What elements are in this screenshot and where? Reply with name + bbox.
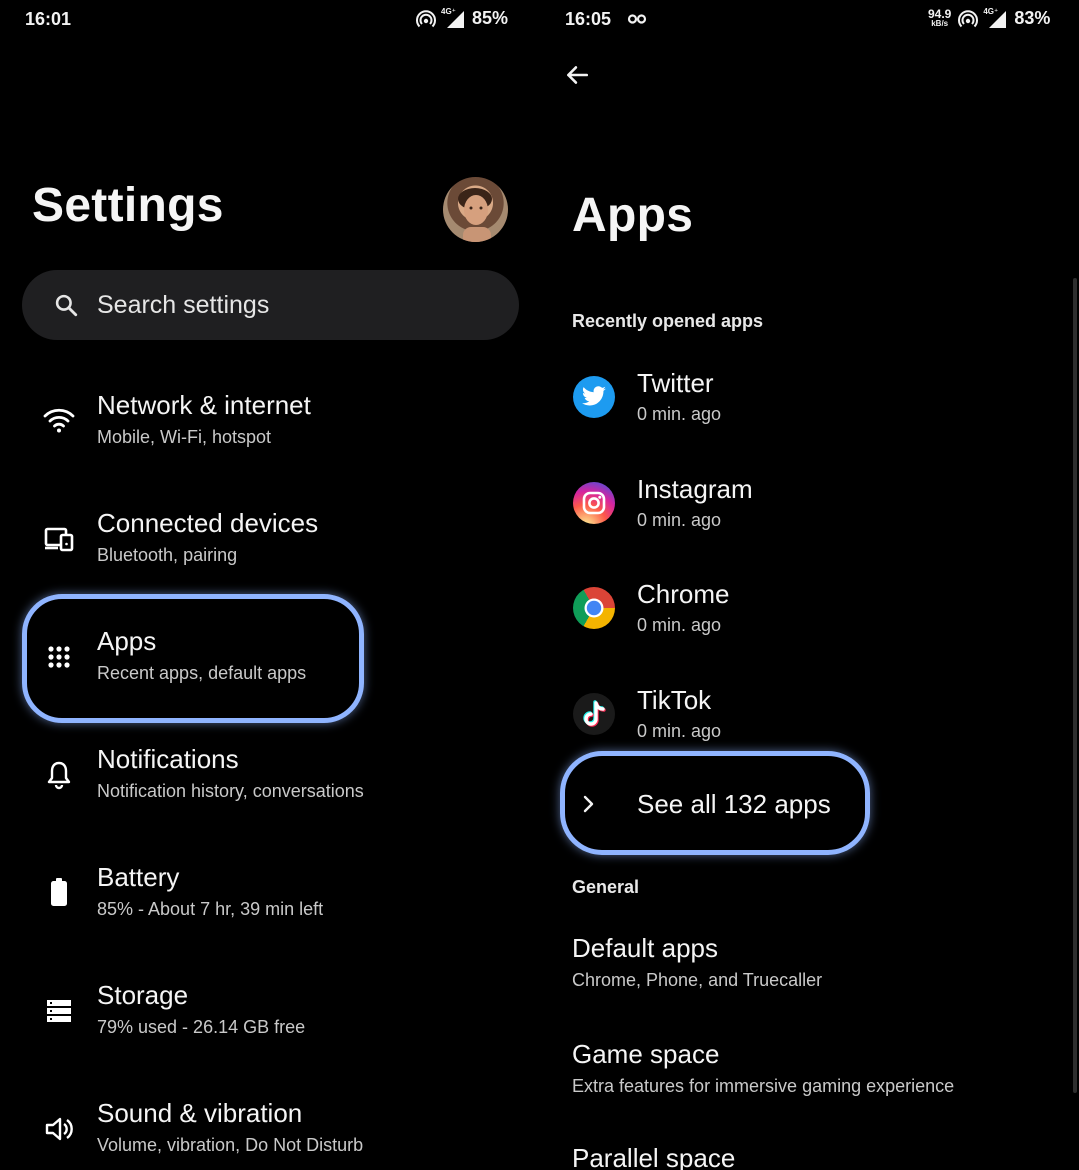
settings-item-title: Battery [97, 862, 180, 892]
signal-icon: 4G⁺ [983, 7, 1007, 29]
settings-item-title: Storage [97, 980, 189, 1010]
settings-item-subtitle: 85% - About 7 hr, 39 min left [97, 899, 324, 919]
data-saver-icon [627, 14, 647, 24]
general-item-title: Default apps [572, 933, 718, 963]
page-title: Apps [572, 189, 694, 242]
app-name: Instagram [637, 474, 753, 504]
apps-screen: 16:05 94.9 kB/s 4G⁺ 83% Apps Recently op… [540, 0, 1079, 1170]
settings-item-subtitle: Mobile, Wi-Fi, hotspot [97, 427, 272, 447]
settings-item-battery[interactable]: Battery 85% - About 7 hr, 39 min left [0, 846, 540, 956]
settings-item-storage[interactable]: Storage 79% used - 26.14 GB free [0, 964, 540, 1074]
settings-item-subtitle: Volume, vibration, Do Not Disturb [97, 1135, 364, 1155]
status-icons: 4G⁺ 85% [416, 7, 509, 29]
settings-item-title: Connected devices [97, 508, 319, 538]
settings-item-title: Network & internet [97, 390, 311, 420]
back-arrow-icon[interactable] [564, 62, 590, 88]
general-item-title: Parallel space [572, 1143, 736, 1170]
app-last-opened: 0 min. ago [637, 404, 722, 424]
settings-screen: 16:01 4G⁺ 85% Settings Search settings N… [0, 0, 540, 1170]
app-name: Chrome [637, 579, 730, 609]
section-header-general: General [572, 877, 640, 897]
scrollbar[interactable] [1073, 278, 1077, 1093]
settings-item-subtitle: Recent apps, default apps [97, 663, 307, 683]
network-speed: 94.9 kB/s [928, 7, 952, 28]
general-item-subtitle: Chrome, Phone, and Truecaller [572, 970, 823, 990]
avatar[interactable] [443, 177, 508, 242]
page-title: Settings [32, 179, 224, 232]
general-item-title: Game space [572, 1039, 720, 1069]
settings-item-subtitle: Bluetooth, pairing [97, 545, 238, 565]
settings-item-sound[interactable]: Sound & vibration Volume, vibration, Do … [0, 1082, 540, 1170]
app-last-opened: 0 min. ago [637, 721, 722, 741]
app-row-chrome[interactable]: Chrome 0 min. ago [540, 571, 1079, 671]
devices-icon [42, 522, 76, 556]
app-row-twitter[interactable]: Twitter 0 min. ago [540, 360, 1079, 460]
speaker-icon [42, 1112, 76, 1146]
section-header-recent: Recently opened apps [572, 311, 764, 331]
apps-grid-icon [42, 640, 76, 674]
general-item-parallel-space[interactable]: Parallel space [540, 1140, 1060, 1170]
app-last-opened: 0 min. ago [637, 615, 722, 635]
battery-level: 83% [1014, 8, 1051, 28]
storage-icon [42, 994, 76, 1028]
app-last-opened: 0 min. ago [637, 510, 722, 530]
settings-item-subtitle: 79% used - 26.14 GB free [97, 1017, 306, 1037]
profile-photo-icon [458, 188, 492, 242]
chevron-right-icon [583, 795, 594, 813]
settings-item-connected-devices[interactable]: Connected devices Bluetooth, pairing [0, 492, 540, 602]
settings-item-network[interactable]: Network & internet Mobile, Wi-Fi, hotspo… [0, 374, 540, 484]
settings-item-notifications[interactable]: Notifications Notification history, conv… [0, 728, 540, 838]
battery-level: 85% [472, 8, 509, 28]
status-time: 16:05 [565, 9, 612, 29]
wifi-icon [42, 403, 76, 437]
hotspot-icon [416, 9, 436, 27]
signal-icon: 4G⁺ [441, 7, 465, 29]
general-item-game-space[interactable]: Game space Extra features for immersive … [540, 1036, 1060, 1116]
bell-icon [42, 758, 76, 792]
instagram-icon [573, 482, 615, 524]
app-name: Twitter [637, 368, 714, 398]
app-row-instagram[interactable]: Instagram 0 min. ago [540, 466, 1079, 566]
status-icons: 94.9 kB/s 4G⁺ 83% [928, 7, 1051, 29]
chrome-icon [573, 587, 615, 629]
search-bar[interactable]: Search settings [22, 270, 519, 340]
general-item-default-apps[interactable]: Default apps Chrome, Phone, and Truecall… [540, 930, 1060, 1010]
twitter-icon [573, 376, 615, 418]
see-all-apps-button[interactable]: See all 132 apps [560, 760, 870, 850]
settings-item-apps[interactable]: Apps Recent apps, default apps [0, 610, 540, 720]
search-input[interactable]: Search settings [97, 291, 269, 320]
general-item-subtitle: Extra features for immersive gaming expe… [572, 1076, 955, 1096]
search-icon [55, 294, 78, 317]
settings-item-title: Sound & vibration [97, 1098, 303, 1128]
tiktok-icon [573, 693, 615, 735]
settings-item-subtitle: Notification history, conversations [97, 781, 364, 801]
status-time: 16:01 [25, 9, 72, 29]
hotspot-icon [958, 9, 979, 27]
settings-item-title: Apps [97, 626, 157, 656]
battery-icon [42, 875, 76, 909]
see-all-apps-label: See all 132 apps [637, 789, 831, 819]
settings-item-title: Notifications [97, 744, 239, 774]
app-name: TikTok [637, 685, 712, 715]
